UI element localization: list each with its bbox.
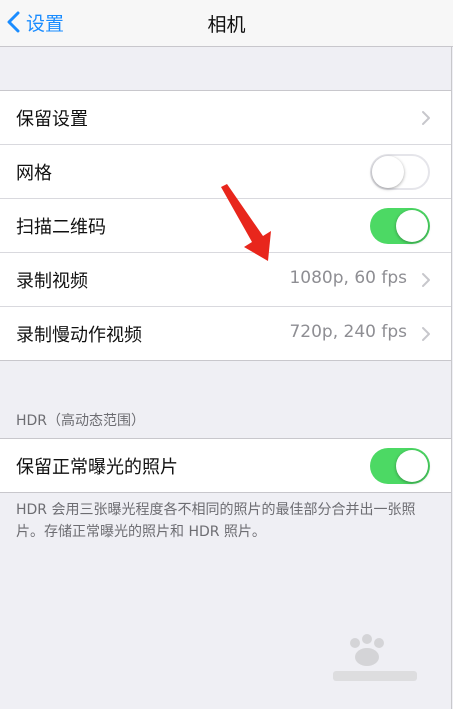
row-preserve-settings[interactable]: 保留设置 — [0, 91, 451, 145]
toggle-knob — [396, 210, 428, 242]
chevron-right-icon — [422, 327, 430, 341]
scan-qr-toggle[interactable] — [370, 208, 430, 244]
keep-normal-photo-toggle[interactable] — [370, 448, 430, 484]
row-grid: 网格 — [0, 145, 451, 199]
toggle-knob — [396, 450, 428, 482]
page-title: 相机 — [207, 14, 246, 36]
row-keep-normal-photo: 保留正常曝光的照片 — [0, 439, 451, 492]
frame-edge — [451, 0, 452, 709]
record-video-value: 1080p, 60 fps — [289, 268, 407, 288]
row-label: 录制视频 — [16, 271, 88, 292]
row-label: 扫描二维码 — [16, 217, 106, 238]
row-label: 网格 — [16, 163, 52, 184]
row-label: 保留正常曝光的照片 — [16, 457, 178, 478]
toggle-knob — [372, 156, 404, 188]
row-record-slo-mo[interactable]: 录制慢动作视频 720p, 240 fps — [0, 307, 451, 360]
chevron-right-icon — [422, 273, 430, 287]
hdr-group: 保留正常曝光的照片 — [0, 438, 451, 493]
record-slo-mo-value: 720p, 240 fps — [289, 322, 407, 342]
baidu-jingyan-watermark — [333, 634, 417, 681]
hdr-footer-text: HDR 会用三张曝光程度各不相同的照片的最佳部分合并出一张照片。存储正常曝光的照… — [16, 502, 416, 540]
camera-settings-group: 保留设置 网格 扫描二维码 录制视频 1080p, 60 fps 录制慢动作视频… — [0, 90, 451, 361]
row-label: 录制慢动作视频 — [16, 325, 142, 346]
row-label: 保留设置 — [16, 109, 88, 130]
grid-toggle[interactable] — [370, 154, 430, 190]
hdr-section-header: HDR（高动态范围） — [16, 413, 146, 429]
chevron-right-icon — [422, 111, 430, 125]
row-record-video[interactable]: 录制视频 1080p, 60 fps — [0, 253, 451, 307]
row-scan-qr-code: 扫描二维码 — [0, 199, 451, 253]
navigation-bar: 设置 相机 — [0, 0, 453, 47]
